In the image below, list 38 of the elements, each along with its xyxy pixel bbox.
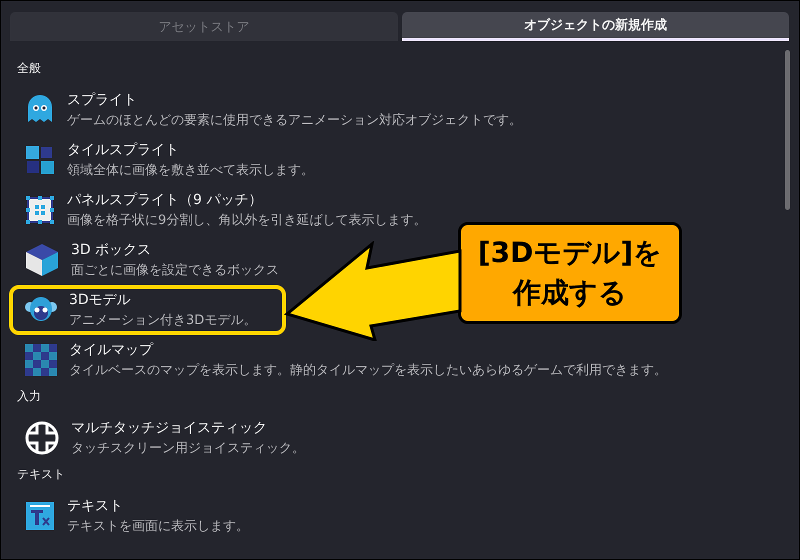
list-item[interactable]: タイルマップ タイルベースのマップを表示します。静的タイルマップを表示したいあらゆるゲームで利用できます。 — [9, 335, 679, 385]
section-heading: テキスト — [16, 466, 66, 483]
tiles-icon — [25, 145, 55, 175]
item-description: タッチスクリーン用ジョイスティック。 — [71, 440, 305, 457]
text-icon — [25, 501, 55, 531]
section-heading: 入力 — [16, 388, 42, 405]
item-title: マルチタッチジョイスティック — [71, 419, 268, 437]
item-title: タイルスプライト — [67, 141, 180, 159]
callout-text: 作成する — [513, 275, 627, 311]
ghost-icon — [25, 95, 55, 125]
item-title: タイルマップ — [69, 341, 154, 359]
item-title: パネルスプライト（9 パッチ） — [67, 191, 264, 209]
item-description: テキストを画面に表示します。 — [67, 518, 249, 535]
callout-text: [3Dモデル]を — [478, 235, 662, 271]
item-description: 面ごとに画像を設定できるボックス — [71, 262, 279, 279]
item-description: ゲームのほとんどの要素に使用できるアニメーション対応オブジェクトです。 — [67, 112, 522, 129]
scrollbar[interactable] — [785, 50, 790, 210]
highlighted-list-item[interactable]: 3Dモデル アニメーション付き3Dモデル。 — [9, 285, 286, 335]
item-description: 画像を格子状に9分割し、角以外を引き延ばして表示します。 — [67, 212, 426, 229]
list-item[interactable]: テキスト テキストを画面に表示します。 — [9, 491, 261, 541]
list-item[interactable]: マルチタッチジョイスティック タッチスクリーン用ジョイスティック。 — [9, 413, 317, 463]
item-description: アニメーション付き3Dモデル。 — [69, 312, 256, 329]
joystick-icon — [25, 421, 59, 455]
item-title: テキスト — [67, 497, 124, 515]
item-description: 領域全体に画像を敷き並べて表示します。 — [67, 162, 314, 179]
checkerboard-icon — [25, 344, 57, 376]
nine-patch-icon — [25, 195, 55, 225]
cube-icon — [25, 243, 59, 277]
item-description: タイルベースのマップを表示します。静的タイルマップを表示したいあらゆるゲームで利用できます。 — [69, 362, 667, 379]
list-item[interactable]: タイルスプライト 領域全体に画像を敷き並べて表示します。 — [9, 135, 326, 185]
list-item[interactable]: 3D ボックス 面ごとに画像を設定できるボックス — [9, 235, 291, 285]
item-title: 3Dモデル — [69, 291, 132, 309]
section-heading: 全般 — [16, 60, 42, 77]
tab[interactable]: オブジェクトの新規作成 — [402, 12, 789, 41]
list-item[interactable]: スプライト ゲームのほとんどの要素に使用できるアニメーション対応オブジェクトです。 — [9, 85, 534, 135]
item-title: 3D ボックス — [71, 241, 152, 259]
item-title: スプライト — [67, 91, 138, 109]
list-item[interactable]: パネルスプライト（9 パッチ） 画像を格子状に9分割し、角以外を引き延ばして表示します。 — [9, 185, 438, 235]
